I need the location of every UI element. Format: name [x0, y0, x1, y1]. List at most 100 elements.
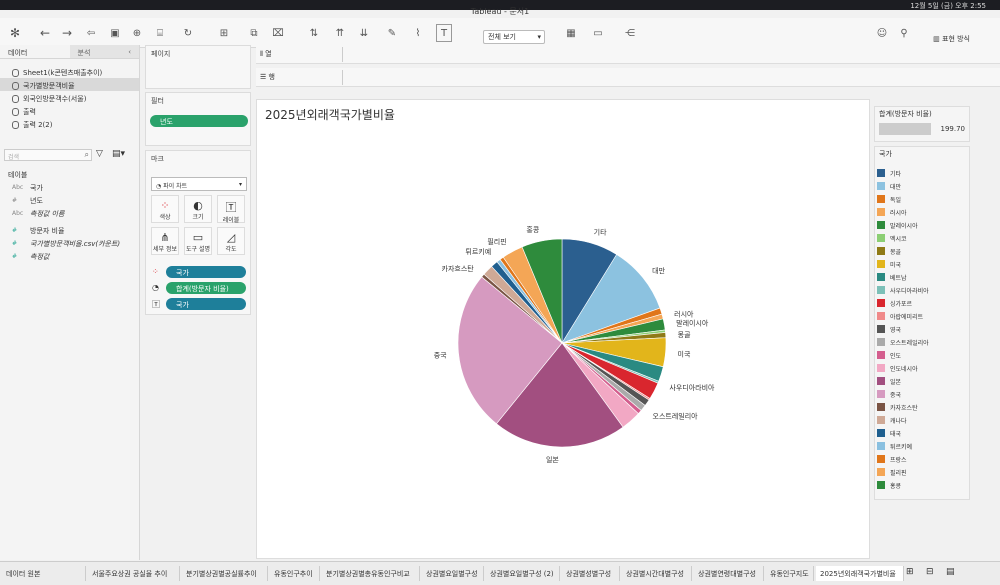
filter-icon[interactable]: ▽ — [96, 149, 103, 159]
undo-icon[interactable]: ⇦ — [82, 24, 100, 42]
legend-item[interactable]: 일본 — [877, 375, 901, 387]
datasource-item[interactable]: 출력 — [0, 104, 139, 117]
legend-item[interactable]: 아랍에미리트 — [877, 310, 923, 322]
sheet-tab[interactable]: 분기별상권별총유동인구비교 — [322, 566, 420, 581]
sheet-tab[interactable]: 유동인구지도 — [766, 566, 814, 581]
marks-label-button[interactable]: 🅃 레이블 — [217, 195, 245, 224]
group-icon[interactable]: ⌇ — [410, 24, 426, 42]
back-icon[interactable]: ← — [38, 24, 52, 42]
share-icon[interactable]: ⋲ — [622, 24, 638, 42]
legend-item[interactable]: 몽골 — [877, 245, 901, 257]
field-item[interactable]: Abc 국가 — [0, 180, 140, 193]
sheet-tab[interactable]: 상권별성별구성 — [562, 566, 620, 581]
view-options-icon[interactable]: ▤▾ — [112, 149, 125, 159]
legend-item[interactable]: 인도네시아 — [877, 362, 918, 374]
refresh-icon[interactable]: ↻ — [180, 24, 196, 42]
legend-item[interactable]: 오스트레일리아 — [877, 336, 929, 348]
datasource-item-selected[interactable]: 국가별방문객비율 — [0, 78, 139, 91]
filter-pill-year[interactable]: 년도 — [150, 115, 248, 127]
tab-analysis[interactable]: 분석 ‹ — [69, 45, 139, 58]
collapse-pane-icon[interactable]: ‹ — [128, 48, 131, 56]
sheet-tab[interactable]: 상권별연령대별구성 — [694, 566, 764, 581]
pages-card[interactable]: 페이지 — [145, 45, 251, 89]
datasource-item[interactable]: 외국인방문객수(서울) — [0, 91, 139, 104]
sheet-tab[interactable]: 상권별요일별구성 (2) — [486, 566, 560, 581]
fit-view-select[interactable]: 전체 보기 ▾ — [483, 30, 545, 44]
pin-icon[interactable]: ⚲ — [896, 24, 912, 42]
tableau-logo-icon[interactable]: ✻ — [8, 24, 22, 42]
field-item[interactable]: Abc 측정값 이름 — [0, 206, 140, 219]
legend-item[interactable]: 미국 — [877, 258, 901, 270]
show-cards-icon[interactable]: ▦ — [562, 24, 580, 42]
pie-chart[interactable]: 기타대만러시아말레이시아몽골미국사우디아라비아오스트레일리아일본 중국 카자흐스탄 튀… — [257, 100, 871, 560]
marks-pill-country-color[interactable]: 국가 — [166, 266, 246, 278]
legend-item[interactable]: 인도 — [877, 349, 901, 361]
ask-data-icon[interactable]: ☺ — [874, 24, 890, 42]
marks-tooltip-button[interactable]: ▭ 도구 설명 — [184, 227, 212, 255]
legend-item[interactable]: 중국 — [877, 388, 901, 400]
field-search-input[interactable]: 검색 ⌕ — [4, 149, 92, 161]
legend-item[interactable]: 튀르키예 — [877, 440, 912, 452]
new-worksheet-icon[interactable]: ⊞ — [216, 24, 232, 42]
rows-shelf[interactable]: ☰ 행 — [256, 68, 1000, 87]
legend-label: 사우디아라비아 — [890, 287, 929, 295]
field-item[interactable]: # 국가별방문객비율.csv(카운트) — [0, 236, 140, 249]
datasource-item[interactable]: Sheet1(k콘텐츠매출추이) — [0, 65, 139, 78]
datasource-icon[interactable]: ⌸ — [152, 24, 168, 42]
sheet-tab[interactable]: 2025년외래객국가별비율 — [816, 566, 904, 581]
datasource-item[interactable]: 출력 2(2) — [0, 117, 139, 130]
legend-item[interactable]: 멕시코 — [877, 232, 907, 244]
legend-item[interactable]: 베트남 — [877, 271, 907, 283]
new-dashboard-tab-icon[interactable]: ⊟ — [926, 567, 934, 577]
legend-item[interactable]: 독일 — [877, 193, 901, 205]
sort-desc-icon[interactable]: ⇊ — [356, 24, 372, 42]
highlight-icon[interactable]: ✎ — [384, 24, 400, 42]
labels-toggle-icon[interactable]: T — [436, 24, 452, 42]
legend-item[interactable]: 프랑스 — [877, 453, 907, 465]
clear-sheet-icon[interactable]: ⌧ — [270, 24, 286, 42]
marks-pill-visitor-ratio-angle[interactable]: 합계(방문자 비율) — [166, 282, 246, 294]
presentation-icon[interactable]: ▭ — [590, 24, 606, 42]
legend-item[interactable]: 러시아 — [877, 206, 907, 218]
field-item[interactable]: # 측정값 — [0, 249, 140, 262]
new-worksheet-tab-icon[interactable]: ⊞ — [906, 567, 914, 577]
save-icon[interactable]: ▣ — [108, 24, 122, 42]
sheet-tab[interactable]: 서울주요상권 공실율 추이 — [88, 566, 180, 581]
legend-item[interactable]: 영국 — [877, 323, 901, 335]
legend-item[interactable]: 대만 — [877, 180, 901, 192]
legend-item[interactable]: 기타 — [877, 167, 901, 179]
legend-item[interactable]: 카자흐스탄 — [877, 401, 918, 413]
field-item[interactable]: # 년도 — [0, 193, 140, 206]
sort-asc-icon[interactable]: ⇈ — [332, 24, 348, 42]
marks-pill-country-label[interactable]: 국가 — [166, 298, 246, 310]
legend-item[interactable]: 사우디아라비아 — [877, 284, 929, 296]
sheet-tab[interactable]: 상권별시간대별구성 — [622, 566, 692, 581]
new-datasource-icon[interactable]: ⊕ — [130, 24, 144, 42]
swap-icon[interactable]: ⇅ — [306, 24, 322, 42]
legend-item[interactable]: 싱가포르 — [877, 297, 912, 309]
sum-value: 199.70 — [940, 125, 966, 133]
show-me-button[interactable]: ▥ 표현 방식 — [933, 34, 970, 44]
filters-card[interactable]: 필터 년도 — [145, 92, 251, 146]
legend-item[interactable]: 홍콩 — [877, 479, 901, 491]
marks-size-button[interactable]: ◐ 크기 — [184, 195, 212, 223]
duplicate-sheet-icon[interactable]: ⧉ — [246, 24, 262, 42]
worksheet-canvas[interactable]: 2025년외래객국가별비율 기타 대만 러시아 말레이시아 몽골 미국 사우디아라비아 오스트… — [256, 99, 870, 559]
field-item[interactable]: # 방문자 비율 — [0, 223, 140, 236]
columns-shelf[interactable]: ⫴ 열 — [256, 45, 1000, 64]
sheet-tab[interactable]: 유동인구추이 — [270, 566, 320, 581]
legend-item[interactable]: 말레이시아 — [877, 219, 918, 231]
sheet-tab[interactable]: 상권별요일별구성 — [422, 566, 484, 581]
forward-icon[interactable]: → — [60, 24, 74, 42]
legend-item[interactable]: 캐나다 — [877, 414, 907, 426]
mark-type-select[interactable]: ◔ 파이 차트 ▾ — [151, 177, 247, 191]
tab-data[interactable]: 데이터 — [0, 45, 70, 58]
marks-detail-button[interactable]: ⋔ 세부 정보 — [151, 227, 179, 255]
marks-angle-button[interactable]: ◿ 각도 — [217, 227, 245, 255]
sheet-tab[interactable]: 분기별상권별공실률추이 — [182, 566, 268, 581]
legend-item[interactable]: 필리핀 — [877, 466, 907, 478]
legend-item[interactable]: 태국 — [877, 427, 901, 439]
marks-color-button[interactable]: ⁘ 색상 — [151, 195, 179, 223]
datasource-tab[interactable]: 데이터 원본 — [2, 566, 86, 581]
new-story-tab-icon[interactable]: ▤ — [946, 567, 955, 577]
